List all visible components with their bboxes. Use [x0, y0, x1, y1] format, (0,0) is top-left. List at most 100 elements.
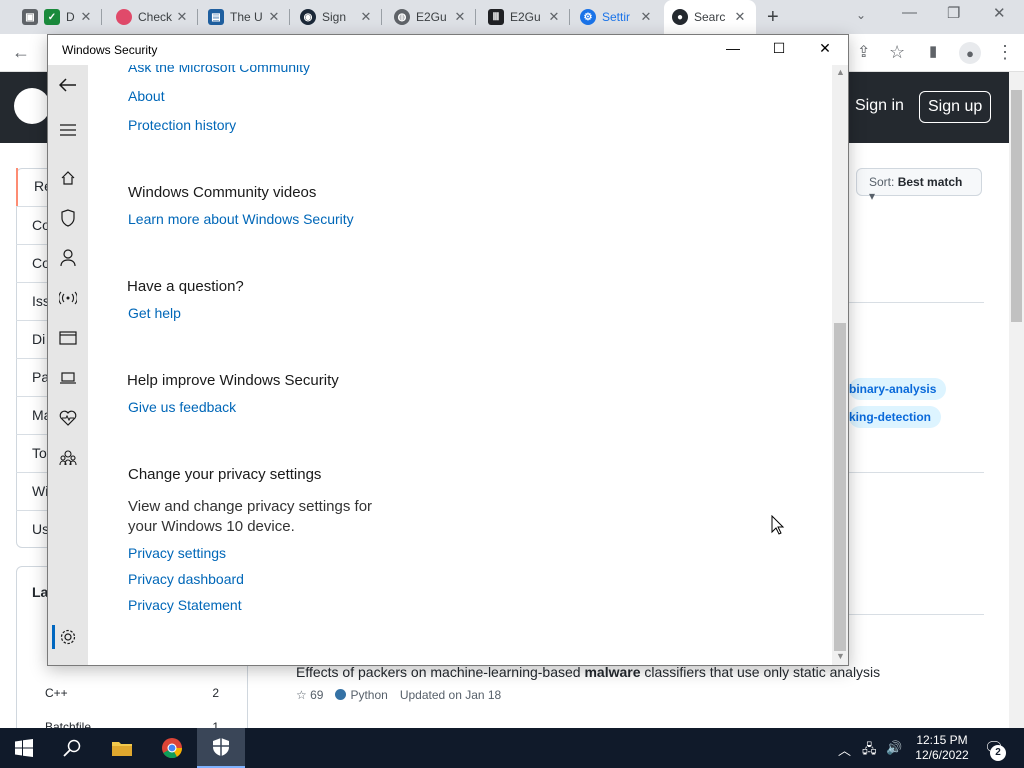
tab-title: E2Gu	[510, 10, 541, 24]
bookmark-star-icon[interactable]: ☆	[889, 42, 905, 63]
scroll-up-arrow-icon[interactable]: ▲	[836, 67, 845, 77]
gear-icon: ⚙	[580, 9, 596, 25]
hamburger-menu-icon[interactable]	[58, 120, 78, 140]
result-description-text: Effects of packers on machine-learning-b…	[296, 664, 585, 680]
close-tab-icon[interactable]: ✕	[732, 9, 748, 25]
tab-title: Searc	[694, 10, 726, 24]
browser-tab[interactable]: ◍ E2Gu ✕	[386, 0, 476, 34]
privacy-statement-link[interactable]: Privacy Statement	[128, 597, 242, 613]
tab-title: D	[66, 10, 75, 24]
ws-minimize-button[interactable]: —	[723, 40, 743, 56]
language-color-dot	[335, 689, 347, 700]
result-updated: Updated on Jan 18	[399, 688, 502, 702]
browser-tab[interactable]: ◉ Sign ✕	[292, 0, 382, 34]
back-icon[interactable]: ←	[12, 42, 30, 63]
close-tab-icon[interactable]: ✕	[638, 9, 654, 25]
close-tab-icon[interactable]: ✕	[174, 9, 190, 25]
chrome-icon	[162, 738, 183, 759]
close-tab-icon[interactable]: ✕	[266, 9, 282, 25]
browser-tab-active[interactable]: ● Searc ✕	[664, 0, 756, 34]
volume-icon[interactable]: 🔊	[886, 740, 902, 756]
browser-tab-strip: ▣ ✓ D ✕ Check ✕ ▤ The U ✕ ◉ Sign ✕ ◍ E2G…	[0, 0, 1024, 34]
language-count: 2	[212, 686, 219, 700]
community-videos-heading: Windows Community videos	[128, 184, 317, 201]
globe-icon: ◍	[394, 9, 410, 25]
file-explorer-button[interactable]	[98, 728, 146, 768]
stars-value: 69	[310, 688, 324, 702]
page-scrollbar-thumb[interactable]	[1011, 90, 1022, 322]
browser-minimize-button[interactable]: —	[902, 4, 917, 21]
system-clock[interactable]: 12:15 PM 12/6/2022	[912, 733, 972, 763]
tab-title: Check	[138, 10, 173, 24]
language-row[interactable]: C++ 2	[45, 686, 219, 700]
settings-gear-icon[interactable]	[58, 627, 78, 647]
browser-tab[interactable]: ▤ The U ✕	[200, 0, 290, 34]
browser-tab[interactable]: Check ✕	[108, 0, 198, 34]
browser-tab[interactable]: ⚙ Settir ✕	[572, 0, 662, 34]
github-logo-icon[interactable]	[14, 88, 50, 124]
browser-menu-icon[interactable]: ⋮	[996, 42, 1014, 63]
privacy-settings-link[interactable]: Privacy settings	[128, 545, 226, 561]
windows-security-taskbar-button[interactable]	[197, 728, 245, 768]
tab-search-icon[interactable]: ⌄	[856, 8, 866, 22]
ws-maximize-button[interactable]: ☐	[769, 40, 789, 57]
close-tab-icon[interactable]: ✕	[452, 9, 468, 25]
give-feedback-link[interactable]: Give us feedback	[128, 399, 236, 415]
get-help-link[interactable]: Get help	[128, 305, 181, 321]
topic-tag[interactable]: binary-analysis	[849, 378, 947, 400]
start-button[interactable]	[0, 728, 48, 768]
sort-dropdown[interactable]: Sort: Best match ▾	[856, 168, 982, 203]
ask-community-link[interactable]: Ask the Microsoft Community	[128, 65, 310, 75]
app-browser-control-icon[interactable]	[58, 328, 78, 348]
new-tab-button[interactable]: +	[767, 6, 779, 29]
image-icon: ▣	[22, 9, 38, 25]
colorful-wheel-icon	[116, 9, 132, 25]
home-icon[interactable]	[58, 168, 78, 188]
back-arrow-icon[interactable]	[58, 75, 78, 95]
network-icon[interactable]: 🖧	[862, 740, 877, 762]
windows-taskbar: ︿ 🖧 🔊 12:15 PM 12/6/2022 🗨 2	[0, 728, 1024, 768]
browser-tab[interactable]: Ⅲ E2Gu ✕	[480, 0, 570, 34]
close-tab-icon[interactable]: ✕	[358, 9, 374, 25]
caret-down-icon: ▾	[869, 189, 876, 203]
privacy-heading: Change your privacy settings	[128, 466, 322, 483]
languages-title: La	[32, 584, 49, 600]
divider	[848, 302, 984, 303]
browser-close-button[interactable]: ✕	[993, 4, 1006, 22]
firewall-network-icon[interactable]	[58, 288, 78, 308]
learn-more-link[interactable]: Learn more about Windows Security	[128, 211, 354, 227]
device-security-laptop-icon[interactable]	[58, 368, 78, 388]
protection-history-link[interactable]: Protection history	[128, 117, 236, 133]
sign-in-link[interactable]: Sign in	[855, 97, 904, 115]
profile-avatar[interactable]: ●	[959, 42, 981, 64]
close-tab-icon[interactable]: ✕	[546, 9, 562, 25]
stars-count[interactable]: ☆ 69	[296, 688, 323, 702]
question-heading: Have a question?	[127, 278, 244, 295]
ws-close-button[interactable]: ✕	[815, 40, 835, 57]
improve-heading: Help improve Windows Security	[127, 372, 339, 389]
family-options-icon[interactable]	[58, 448, 78, 468]
side-panel-icon[interactable]: ▮	[929, 42, 937, 60]
browser-tab[interactable]: ▣ ✓ D ✕	[14, 0, 102, 34]
ws-scrollbar-thumb[interactable]	[834, 323, 846, 651]
search-button[interactable]	[48, 728, 96, 768]
device-health-heart-icon[interactable]	[58, 408, 78, 428]
ws-scrollbar[interactable]: ▲ ▼	[832, 65, 848, 665]
clock-date: 12/6/2022	[915, 748, 969, 762]
chrome-taskbar-button[interactable]	[148, 728, 196, 768]
close-tab-icon[interactable]: ✕	[78, 9, 94, 25]
share-icon[interactable]: ⇪	[857, 42, 870, 62]
shield-icon	[213, 738, 229, 756]
account-person-icon[interactable]	[58, 248, 78, 268]
scroll-down-arrow-icon[interactable]: ▼	[836, 651, 845, 661]
browser-restore-button[interactable]: ❐	[947, 4, 960, 22]
about-link[interactable]: About	[128, 88, 165, 104]
notification-count-badge: 2	[990, 745, 1006, 761]
topic-tag[interactable]: king-detection	[849, 406, 942, 428]
shield-icon[interactable]	[58, 208, 78, 228]
tab-title: Sign	[322, 10, 347, 24]
steam-icon: ◉	[300, 9, 316, 25]
privacy-dashboard-link[interactable]: Privacy dashboard	[128, 571, 244, 587]
show-hidden-icons-chevron-icon[interactable]: ︿	[838, 740, 851, 759]
sign-up-button[interactable]: Sign up	[919, 91, 992, 123]
